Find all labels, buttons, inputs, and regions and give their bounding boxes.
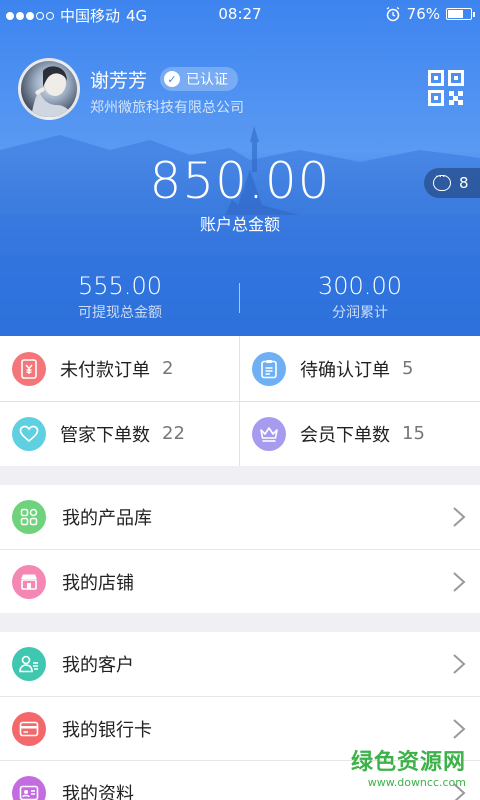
member-orders-count: 15 (402, 423, 425, 444)
withdrawable-amount: 555.00 (78, 272, 162, 300)
account-header: 中国移动 4G 08:27 76% 谢芳芳 ✓ 已认证 郑州微旅科技有限总公司 … (0, 0, 480, 336)
store-icon (12, 564, 46, 599)
verified-badge: ✓ 已认证 (160, 67, 238, 91)
chevron-right-icon (453, 507, 466, 527)
my-store-label: 我的店铺 (62, 572, 134, 594)
unpaid-orders-item[interactable]: 未付款订单 2 (0, 336, 240, 401)
profit-share-label: 分润累计 (332, 305, 388, 321)
customer-icon (12, 647, 46, 681)
crown-icon (252, 416, 286, 451)
unpaid-orders-count: 2 (162, 358, 174, 379)
battery-level (448, 10, 463, 18)
id-card-icon (12, 775, 46, 800)
chat-bubble-icon (433, 170, 451, 191)
site-watermark: 绿色资源网 www.downcc.com (351, 744, 466, 789)
profit-share-amount: 300.00 (318, 272, 402, 300)
bank-cards-label: 我的银行卡 (62, 719, 152, 741)
member-orders-item[interactable]: 会员下单数 15 (240, 401, 480, 466)
watermark-url: www.downcc.com (367, 776, 466, 789)
profit-share-stat[interactable]: 300.00 分润累计 (240, 272, 480, 322)
bank-card-icon (12, 711, 46, 746)
butler-orders-label: 管家下单数 (60, 424, 150, 446)
verified-check-icon: ✓ (164, 71, 180, 87)
battery-percent: 76% (406, 5, 440, 23)
avatar-photo (31, 66, 73, 117)
messages-button[interactable]: 8 (424, 168, 480, 198)
verified-label: 已认证 (186, 72, 228, 88)
chevron-right-icon (453, 719, 466, 739)
receipt-yen-icon (12, 351, 46, 386)
order-stats-grid: 未付款订单 2 待确认订单 5 管家下单数 22 会员下单数 15 (0, 336, 480, 466)
my-customers-item[interactable]: 我的客户 (0, 632, 480, 696)
clipboard-icon (252, 351, 286, 386)
account-balance-label: 账户总金额 (199, 215, 280, 234)
pending-confirm-orders-item[interactable]: 待确认订单 5 (240, 336, 480, 401)
company-name: 郑州微旅科技有限总公司 (90, 100, 244, 116)
avatar[interactable] (18, 58, 80, 120)
withdrawable-label: 可提现总金额 (78, 305, 162, 321)
status-bar-right: 76% (385, 5, 475, 23)
battery-icon (446, 8, 475, 20)
heart-icon (12, 416, 46, 451)
chevron-right-icon (453, 572, 466, 592)
watermark-title: 绿色资源网 (350, 750, 466, 775)
member-orders-label: 会员下单数 (300, 424, 390, 446)
menu-group-products: 我的产品库 我的店铺 (0, 485, 480, 613)
my-store-item[interactable]: 我的店铺 (0, 549, 480, 613)
product-library-label: 我的产品库 (62, 508, 152, 529)
message-count: 8 (459, 174, 469, 192)
my-customers-label: 我的客户 (62, 655, 134, 676)
user-name: 谢芳芳 (90, 70, 148, 92)
unpaid-orders-label: 未付款订单 (60, 359, 150, 381)
alarm-clock-icon (386, 6, 400, 22)
status-bar: 中国移动 4G 08:27 76% (0, 0, 480, 28)
qr-code-icon[interactable] (428, 70, 464, 106)
pending-confirm-orders-label: 待确认订单 (300, 359, 390, 381)
chevron-right-icon (453, 654, 466, 674)
grid-apps-icon (12, 500, 46, 534)
product-library-item[interactable]: 我的产品库 (0, 485, 480, 549)
butler-orders-item[interactable]: 管家下单数 22 (0, 401, 240, 466)
butler-orders-count: 22 (162, 423, 185, 444)
account-balance: 850.00 (149, 152, 331, 210)
my-profile-info-label: 我的资料 (62, 783, 134, 800)
withdrawable-stat[interactable]: 555.00 可提现总金额 (0, 272, 240, 322)
pending-confirm-orders-count: 5 (402, 358, 414, 379)
